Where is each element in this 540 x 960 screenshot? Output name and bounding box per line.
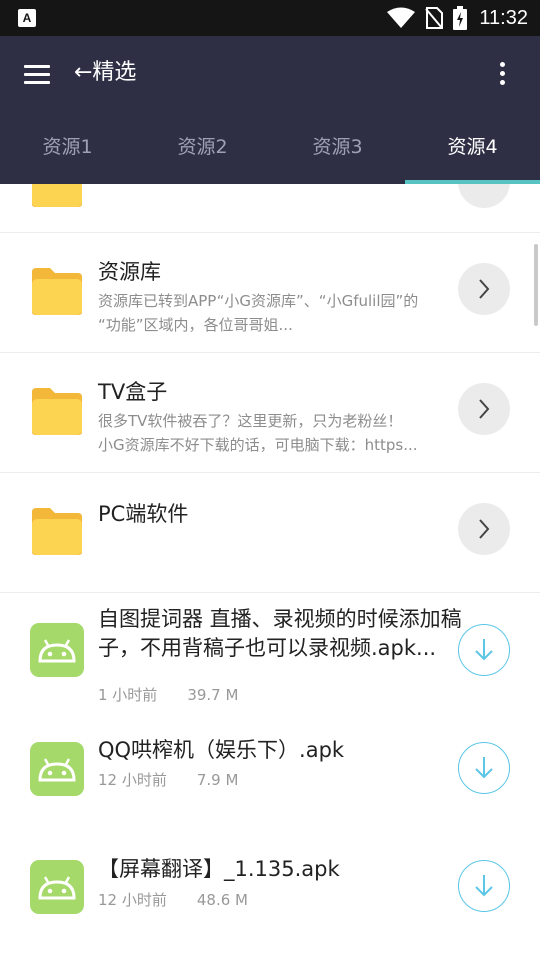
page-title[interactable]: ←精选 (74, 58, 136, 88)
accessibility-app-icon: A (18, 9, 36, 27)
app-bar: ←精选 资源1 资源2 资源3 资源4 (0, 36, 540, 184)
list-item-file[interactable]: QQ哄榨机（娱乐下）.apk 12 小时前 7.9 M (0, 723, 540, 831)
battery-charging-icon (453, 6, 468, 30)
file-title: 【屏幕翻译】_1.135.apk (98, 857, 340, 881)
file-time: 12 小时前 (98, 891, 167, 909)
android-icon (30, 623, 84, 677)
folder-title: 资源库 (98, 260, 161, 284)
open-folder-button[interactable] (458, 383, 510, 435)
file-meta: 12 小时前 7.9 M (98, 769, 238, 791)
file-meta: 1 小时前 39.7 M (98, 684, 238, 706)
folder-icon (32, 508, 82, 555)
tab-source-3[interactable]: 资源3 (270, 128, 405, 184)
tab-source-1[interactable]: 资源1 (0, 128, 135, 184)
folder-description: 资源库已转到APP“小G资源库”、“小Gfulil园”的 “功能”区域内，各位哥… (98, 292, 419, 334)
tab-bar: 资源1 资源2 资源3 资源4 (0, 128, 540, 184)
open-folder-button[interactable] (458, 184, 510, 208)
open-folder-button[interactable] (458, 263, 510, 315)
android-icon (30, 860, 84, 914)
tab-source-4[interactable]: 资源4 (405, 128, 540, 184)
list-item-folder[interactable]: TV盒子 很多TV软件被吞了？这里更新，只为老粉丝！ 小G资源库不好下载的话，可… (0, 353, 540, 473)
status-icons: 11:32 (387, 0, 528, 36)
scrollbar[interactable] (534, 244, 538, 326)
folder-title: PC端软件 (98, 502, 189, 526)
download-button[interactable] (458, 742, 510, 794)
file-size: 7.9 M (196, 771, 239, 789)
download-arrow-icon (475, 757, 493, 779)
list-item-file[interactable]: 【屏幕翻译】_1.135.apk 12 小时前 48.6 M (0, 831, 540, 960)
clock: 11:32 (479, 6, 528, 29)
file-time: 1 小时前 (98, 686, 158, 704)
file-size: 48.6 M (196, 891, 248, 909)
folder-description: 很多TV软件被吞了？这里更新，只为老粉丝！ 小G资源库不好下载的话，可电脑下载：… (98, 412, 418, 454)
download-arrow-icon (475, 639, 493, 661)
chevron-right-icon (479, 399, 490, 419)
android-icon (30, 742, 84, 796)
folder-title: TV盒子 (98, 380, 168, 404)
chevron-right-icon (479, 519, 490, 539)
file-title: QQ哄榨机（娱乐下）.apk (98, 738, 345, 762)
file-time: 12 小时前 (98, 771, 167, 789)
file-size: 39.7 M (187, 686, 239, 704)
download-arrow-icon (475, 875, 493, 897)
menu-icon[interactable] (24, 65, 50, 85)
status-bar: A 11:32 (0, 0, 540, 36)
list-item-folder[interactable]: 资源库 资源库已转到APP“小G资源库”、“小Gfulil园”的 “功能”区域内… (0, 233, 540, 353)
folder-icon (32, 268, 82, 315)
folder-icon (32, 388, 82, 435)
wifi-icon (387, 7, 416, 28)
more-options-icon[interactable] (500, 62, 506, 86)
download-button[interactable] (458, 860, 510, 912)
open-folder-button[interactable] (458, 503, 510, 555)
download-button[interactable] (458, 624, 510, 676)
list-item[interactable] (0, 184, 540, 233)
resource-list[interactable]: 资源库 资源库已转到APP“小G资源库”、“小Gfulil园”的 “功能”区域内… (0, 184, 540, 960)
file-title: 自图提词器 直播、录视频的时候添加稿子，不用背稿子也可以录视频.apk... (98, 607, 462, 660)
folder-icon (32, 184, 82, 207)
file-meta: 12 小时前 48.6 M (98, 889, 248, 911)
list-item-file[interactable]: 自图提词器 直播、录视频的时候添加稿子，不用背稿子也可以录视频.apk... 1… (0, 593, 540, 723)
chevron-right-icon (479, 279, 490, 299)
tab-source-2[interactable]: 资源2 (135, 128, 270, 184)
list-item-folder[interactable]: PC端软件 (0, 473, 540, 593)
no-sim-icon (425, 7, 444, 29)
